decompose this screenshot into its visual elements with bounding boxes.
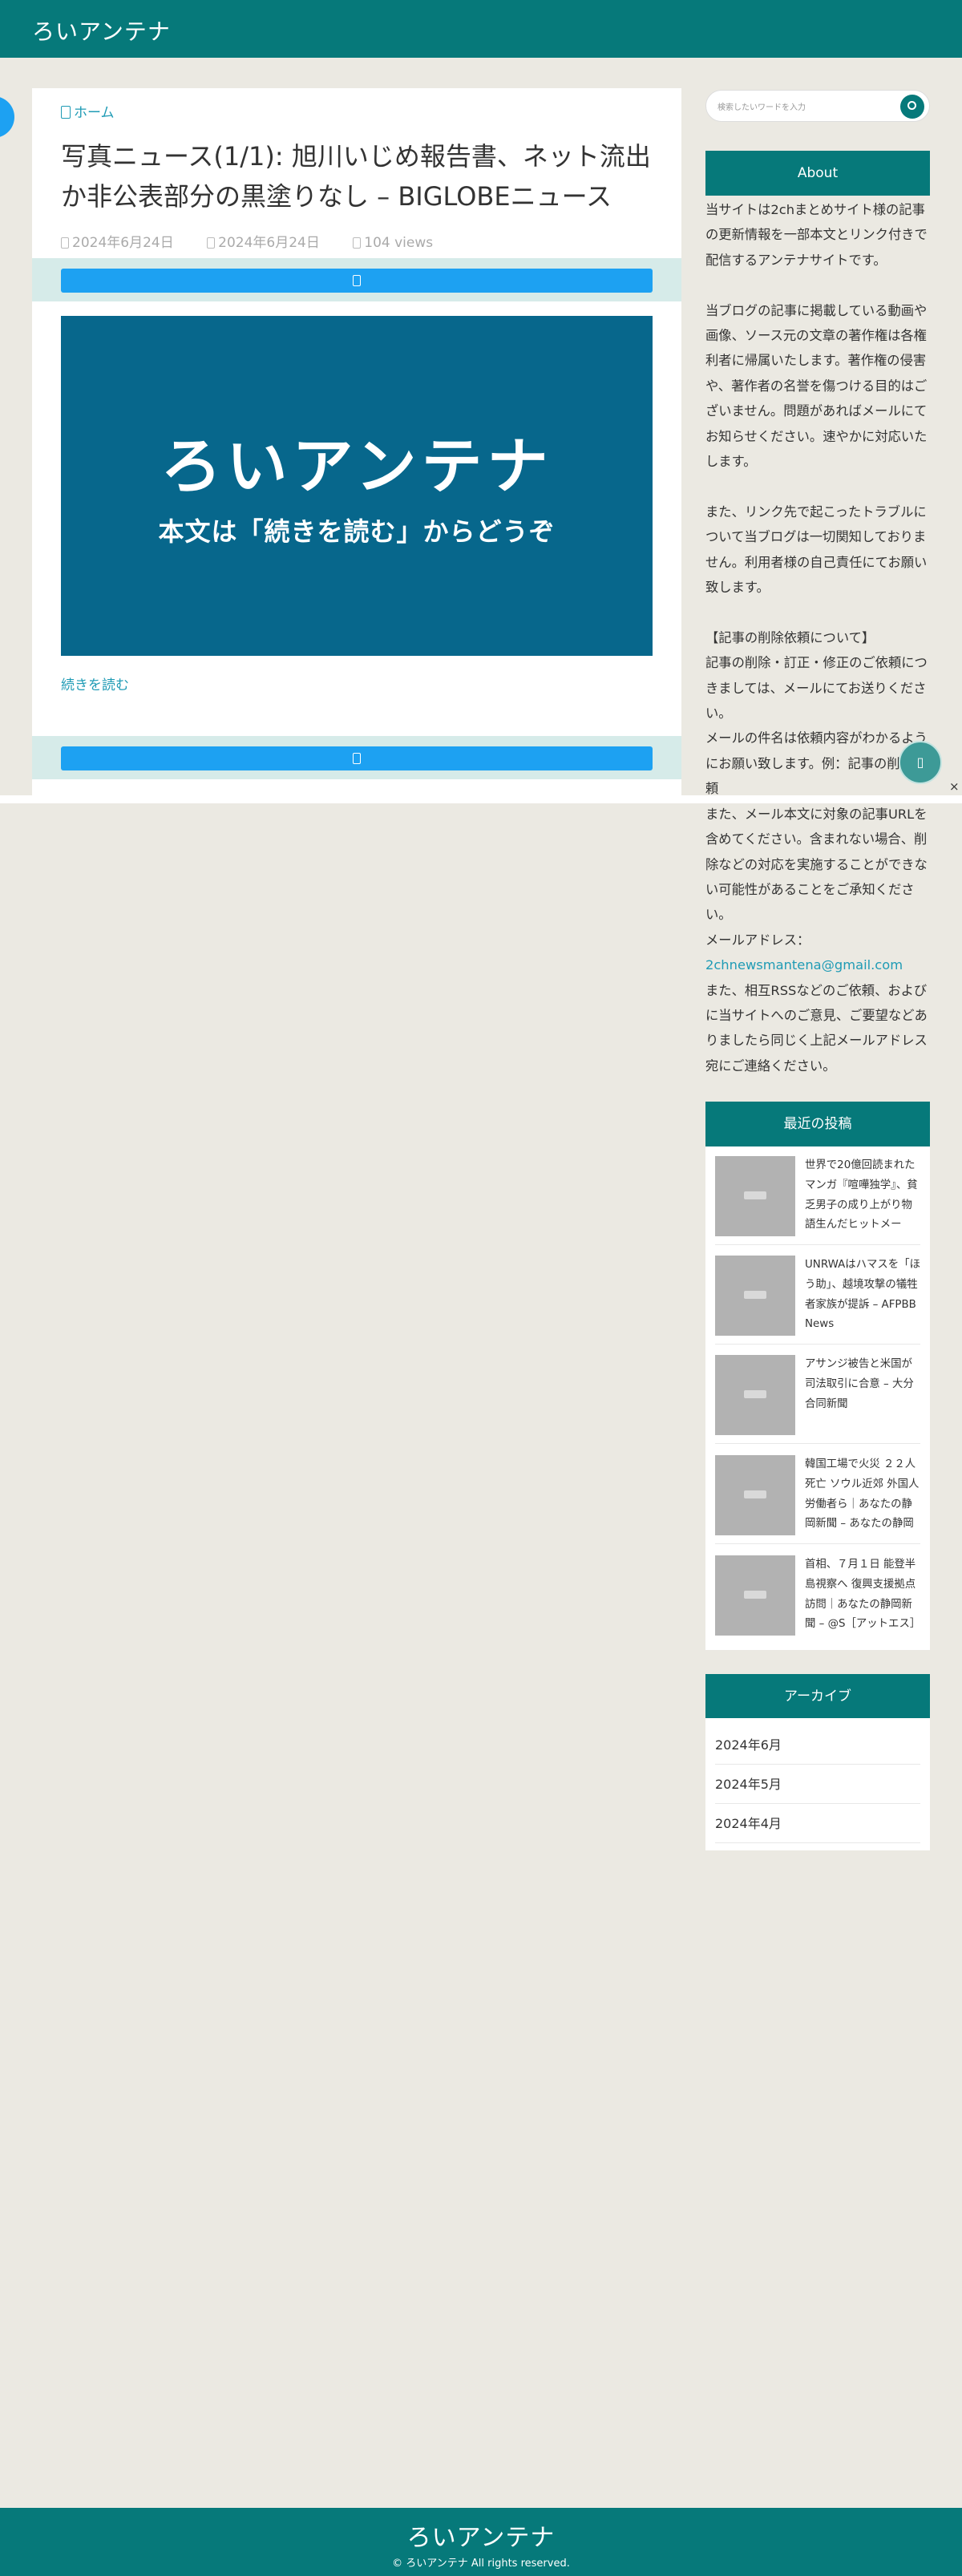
about-paragraph: また、リンク先で起こったトラブルについて当ブログは一切関知しておりません。利用者… <box>705 503 928 596</box>
recent-post-title[interactable]: UNRWAはハマスを「ほう助」、越境攻撃の犠牲者家族が提訴 – AFPBB Ne… <box>805 1256 920 1335</box>
published-date-text: 2024年6月24日 <box>72 235 174 251</box>
post-thumbnail[interactable] <box>715 1455 795 1535</box>
archive-item[interactable]: 2024年6月 <box>715 1726 920 1765</box>
side-tab-button[interactable] <box>0 96 14 138</box>
about-text: 当サイトは2chまとめサイト様の記事の更新情報を一部本文とリンク付きで配信するア… <box>705 197 930 1078</box>
search-input[interactable]: 検索したいワードを入力 <box>717 100 806 112</box>
placeholder-logo-icon <box>744 1291 766 1299</box>
site-footer: ろいアンテナ © ろいアンテナ All rights reserved. <box>0 2508 962 2576</box>
calendar-icon <box>61 237 69 249</box>
breadcrumb-home-label[interactable]: ホーム <box>74 105 115 121</box>
archive-item[interactable]: 2024年4月 <box>715 1805 920 1843</box>
about-paragraph: 当サイトは2chまとめサイト様の記事の更新情報を一部本文とリンク付きで配信するア… <box>705 202 928 268</box>
close-icon[interactable]: × <box>949 779 960 794</box>
search-icon <box>907 101 916 110</box>
twitter-icon <box>353 275 361 286</box>
article-meta: 2024年6月24日 2024年6月24日 104 views <box>61 231 462 251</box>
recent-post-title[interactable]: アサンジ被告と米国が司法取引に合意 – 大分合同新聞 <box>805 1355 920 1414</box>
post-thumbnail[interactable] <box>715 1156 795 1236</box>
recent-post-item[interactable]: 世界で20億回読まれたマンガ『喧嘩独学』、貧乏男子の成り上がり物語生んだヒットメ… <box>715 1156 920 1239</box>
chat-icon: ▯ <box>916 754 924 770</box>
view-count-text: 104 views <box>364 235 434 251</box>
recent-post-title[interactable]: 首相、７月１日 能登半島視察へ 復興支援拠点訪問｜あなたの静岡新聞 – @S［ア… <box>805 1555 920 1635</box>
recent-post-item[interactable]: UNRWAはハマスを「ほう助」、越境攻撃の犠牲者家族が提訴 – AFPBB Ne… <box>715 1256 920 1339</box>
post-thumbnail[interactable] <box>715 1355 795 1435</box>
search-button[interactable] <box>900 95 924 119</box>
post-thumbnail[interactable] <box>715 1555 795 1636</box>
archive-heading: アーカイブ <box>705 1674 930 1719</box>
breadcrumb[interactable]: ホーム <box>61 101 115 121</box>
recent-post-title[interactable]: 韓国工場で火災 ２２人死亡 ソウル近郊 外国人労働者ら｜あなたの静岡新聞 – あ… <box>805 1455 920 1535</box>
divider <box>715 1443 920 1444</box>
hero-subtitle: 本文は「続きを読む」からどうぞ <box>158 516 556 547</box>
contact-email-link[interactable]: 2chnewsmantena@gmail.com <box>705 952 930 977</box>
published-date: 2024年6月24日 <box>61 235 188 251</box>
recent-post-title[interactable]: 世界で20億回読まれたマンガ『喧嘩独学』、貧乏男子の成り上がり物語生んだヒットメ… <box>805 1156 920 1235</box>
about-heading: About <box>705 151 930 196</box>
divider <box>715 1543 920 1544</box>
placeholder-logo-icon <box>744 1490 766 1498</box>
home-icon <box>61 106 71 119</box>
about-paragraph: また、相互RSSなどのご依頼、およびに当サイトへのご意見、ご要望などありましたら… <box>705 982 928 1074</box>
article-title: 写真ニュース(1/1): 旭川いじめ報告書、ネット流出か非公表部分の黒塗りなし … <box>61 141 651 212</box>
twitter-icon <box>353 753 361 764</box>
hero-image: ろいアンテナ 本文は「続きを読む」からどうぞ <box>61 316 653 656</box>
eye-icon <box>353 237 362 249</box>
search-form[interactable]: 検索したいワードを入力 <box>705 90 930 122</box>
site-title[interactable]: ろいアンテナ <box>32 14 171 47</box>
placeholder-logo-icon <box>744 1191 766 1199</box>
recent-post-item[interactable]: アサンジ被告と米国が司法取引に合意 – 大分合同新聞 <box>715 1355 920 1438</box>
recent-post-item[interactable]: 韓国工場で火災 ２２人死亡 ソウル近郊 外国人労働者ら｜あなたの静岡新聞 – あ… <box>715 1455 920 1539</box>
site-header: ろいアンテナ <box>0 0 962 58</box>
share-band-bottom <box>32 736 681 779</box>
refresh-icon <box>207 237 216 249</box>
copyright-text: © ろいアンテナ All rights reserved. <box>392 2558 570 2570</box>
about-paragraph: メールアドレス： <box>705 932 810 948</box>
placeholder-logo-icon <box>744 1591 766 1599</box>
archive-list: 2024年6月 2024年5月 2024年4月 <box>705 1718 930 1850</box>
updated-date: 2024年6月24日 <box>207 235 334 251</box>
about-paragraph: 【記事の削除依頼について】 <box>705 629 875 645</box>
divider <box>715 1244 920 1245</box>
about-paragraph: メールの件名は依頼内容がわかるようにお願い致します。例：記事の削除依頼 <box>705 730 928 797</box>
about-paragraph: 記事の削除・訂正・修正のご依頼につきましては、メールにてお送りください。 <box>705 655 928 722</box>
view-count: 104 views <box>353 235 447 251</box>
read-more-link[interactable]: 続きを読む <box>61 673 129 694</box>
recent-posts-heading: 最近の投稿 <box>705 1102 930 1146</box>
updated-date-text: 2024年6月24日 <box>218 235 320 251</box>
placeholder-logo-icon <box>744 1390 766 1398</box>
chat-button[interactable]: ▯ <box>899 741 942 784</box>
divider <box>715 1344 920 1345</box>
about-paragraph: 当ブログの記事に掲載している動画や画像、ソース元の文章の著作権は各権利者に帰属い… <box>705 302 928 470</box>
about-paragraph: また、メール本文に対象の記事URLを含めてください。含まれない場合、削除などの対… <box>705 806 928 923</box>
hero-title: ろいアンテナ <box>160 431 553 502</box>
footer-title[interactable]: ろいアンテナ <box>0 2517 962 2553</box>
archive-item[interactable]: 2024年5月 <box>715 1765 920 1804</box>
article-card: ホーム 写真ニュース(1/1): 旭川いじめ報告書、ネット流出か非公表部分の黒塗… <box>32 88 681 795</box>
share-band-top <box>32 258 681 301</box>
ad-overlay-bar <box>0 795 962 803</box>
twitter-share-button[interactable] <box>61 269 653 293</box>
post-thumbnail[interactable] <box>715 1256 795 1336</box>
twitter-share-button-bottom[interactable] <box>61 746 653 770</box>
recent-post-item[interactable]: 首相、７月１日 能登半島視察へ 復興支援拠点訪問｜あなたの静岡新聞 – @S［ア… <box>715 1555 920 1639</box>
recent-posts-list: 世界で20億回読まれたマンガ『喧嘩独学』、貧乏男子の成り上がり物語生んだヒットメ… <box>705 1146 930 1650</box>
